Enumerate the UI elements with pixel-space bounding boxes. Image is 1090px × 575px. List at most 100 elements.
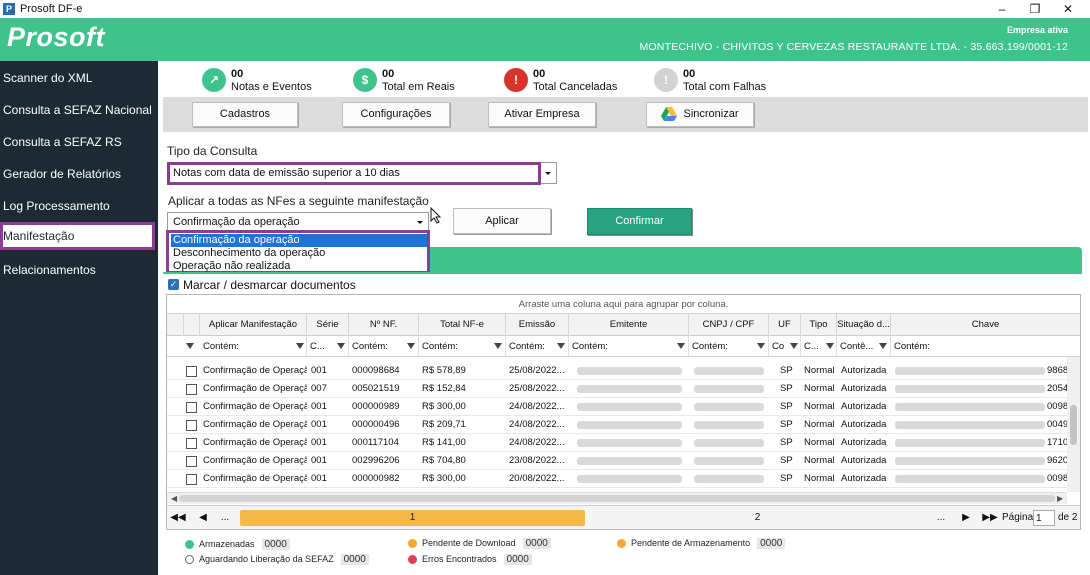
cell-uf: SP: [780, 383, 793, 394]
page-1-button[interactable]: 1: [240, 510, 585, 526]
table-row[interactable]: Confirmação de Operação 001 000117104 R$…: [167, 434, 1067, 452]
cell-serie: 001: [311, 365, 327, 376]
cadastros-button[interactable]: Cadastros: [192, 102, 298, 127]
row-checkbox[interactable]: [186, 456, 197, 467]
pagina-input[interactable]: 1: [1033, 510, 1055, 526]
tipo-consulta-select[interactable]: Notas com data de emissão superior a 10 …: [167, 162, 557, 185]
filter-icon[interactable]: [337, 343, 345, 349]
table-row[interactable]: Confirmação de Operação 001 000098684 R$…: [167, 362, 1067, 380]
empresa-name: MONTECHIVO - CHIVITOS Y CERVEZAS RESTAUR…: [639, 41, 1068, 53]
filter-icon[interactable]: [879, 343, 887, 349]
cell-serie: 001: [311, 419, 327, 430]
cell-uf: SP: [780, 437, 793, 448]
row-checkbox[interactable]: [186, 474, 197, 485]
sidebar-item-log[interactable]: Log Processamento: [0, 192, 158, 220]
table-row[interactable]: Confirmação de Operação 001 000000982 R$…: [167, 470, 1067, 488]
filter-emitente[interactable]: Contém:: [569, 336, 689, 357]
sidebar-item-consulta-rs[interactable]: Consulta a SEFAZ RS: [0, 128, 158, 156]
header-serie[interactable]: Série: [307, 314, 349, 336]
cell-chave: 0049: [1047, 419, 1067, 430]
sidebar-item-consulta-nacional[interactable]: Consulta a SEFAZ Nacional: [0, 96, 158, 124]
cell-nf: 005021519: [352, 383, 400, 394]
cell-situacao: Autorizada: [841, 473, 887, 484]
confirmar-button[interactable]: Confirmar: [587, 208, 692, 235]
close-button[interactable]: ✕: [1046, 0, 1090, 18]
configuracoes-button[interactable]: Configurações: [342, 102, 450, 127]
pager-ellipsis-left[interactable]: ...: [217, 510, 233, 526]
cell-emissao: 24/08/2022...: [509, 401, 565, 412]
horizontal-scrollbar[interactable]: ◀ ▶: [167, 492, 1067, 504]
scroll-right-icon[interactable]: ▶: [1057, 494, 1063, 503]
cnpj-redacted: [694, 403, 764, 411]
scrollbar-thumb[interactable]: [1070, 405, 1077, 445]
chave-redacted: [895, 475, 1045, 483]
chave-redacted: [895, 421, 1045, 429]
header-chave[interactable]: Chave: [891, 314, 1080, 336]
header-aplicar-manifestacao[interactable]: Aplicar Manifestação: [200, 314, 307, 336]
row-checkbox[interactable]: [186, 366, 197, 377]
cell-total: R$ 704,80: [422, 455, 466, 466]
table-row[interactable]: Confirmação de Operação 001 002996206 R$…: [167, 452, 1067, 470]
option-desconhecimento[interactable]: Desconhecimento da operação: [171, 247, 427, 260]
cell-serie: 001: [311, 437, 327, 448]
cell-tipo: Normal: [804, 455, 835, 466]
filter-icon[interactable]: [677, 343, 685, 349]
row-checkbox[interactable]: [186, 420, 197, 431]
checkbox-checked-icon[interactable]: ✓: [168, 279, 179, 290]
table-row[interactable]: Confirmação de Operação 007 005021519 R$…: [167, 380, 1067, 398]
page-2-button[interactable]: 2: [585, 510, 930, 526]
sidebar-item-scanner[interactable]: Scanner do XML: [0, 64, 158, 92]
pager: ◀◀ ◀ ... 1 2 ... ▶ ▶▶ Página 1 de 2: [167, 505, 1080, 529]
stat-falhas-value: 00: [683, 68, 696, 80]
table-row[interactable]: Confirmação de Operação 001 000000989 R$…: [167, 398, 1067, 416]
filter-icon[interactable]: [494, 343, 502, 349]
legend-count: 0000: [340, 554, 369, 565]
scrollbar-thumb[interactable]: [179, 495, 1055, 502]
filter-icon[interactable]: [186, 343, 194, 349]
header-total[interactable]: Total NF-e: [419, 314, 506, 336]
filter-icon[interactable]: [757, 343, 765, 349]
legend-label: Aguardando Liberação da SEFAZ: [199, 554, 334, 564]
filter-icon[interactable]: [557, 343, 565, 349]
filter-icon[interactable]: [296, 343, 304, 349]
row-checkbox[interactable]: [186, 384, 197, 395]
table-row[interactable]: Confirmação de Operação 001 000000496 R$…: [167, 416, 1067, 434]
stats-bar: ↗ 00 Notas e Eventos $ 00 Total em Reais…: [158, 61, 1090, 97]
sincronizar-button[interactable]: Sincronizar: [646, 102, 754, 127]
cell-serie: 001: [311, 401, 327, 412]
sidebar-item-manifestacao[interactable]: Manifestação: [0, 222, 155, 250]
cell-emissao: 24/08/2022...: [509, 419, 565, 430]
manifestacao-select[interactable]: Confirmação da operação: [167, 212, 429, 232]
emitente-redacted: [577, 439, 682, 447]
next-page-icon[interactable]: ▶: [959, 510, 973, 526]
row-checkbox[interactable]: [186, 438, 197, 449]
row-checkbox[interactable]: [186, 402, 197, 413]
filter-aplicar[interactable]: Contém:: [200, 336, 307, 357]
header-uf[interactable]: UF: [769, 314, 801, 336]
cnpj-redacted: [694, 385, 764, 393]
vertical-scrollbar[interactable]: [1067, 357, 1080, 492]
filter-icon[interactable]: [407, 343, 415, 349]
last-page-icon[interactable]: ▶▶: [981, 510, 999, 526]
header-situacao[interactable]: Situação d...: [837, 314, 891, 336]
sidebar-item-relatorios[interactable]: Gerador de Relatórios: [0, 160, 158, 188]
header-cnpj[interactable]: CNPJ / CPF: [689, 314, 769, 336]
filter-icon[interactable]: [826, 343, 834, 349]
header-tipo[interactable]: Tipo: [801, 314, 837, 336]
aplicar-button[interactable]: Aplicar: [453, 208, 551, 234]
header-emitente[interactable]: Emitente: [569, 314, 689, 336]
first-page-icon[interactable]: ◀◀: [170, 510, 186, 526]
cell-chave: 2054: [1047, 383, 1067, 394]
filter-total[interactable]: Contém:: [419, 336, 506, 357]
prev-page-icon[interactable]: ◀: [196, 510, 210, 526]
header-emissao[interactable]: Emissão: [506, 314, 569, 336]
scroll-left-icon[interactable]: ◀: [171, 494, 177, 503]
ativar-empresa-button[interactable]: Ativar Empresa: [488, 102, 596, 127]
filter-chave[interactable]: Contém:: [891, 336, 1067, 357]
sidebar-item-relacionamentos[interactable]: Relacionamentos: [0, 256, 158, 284]
cell-total: R$ 209,71: [422, 419, 466, 430]
pager-ellipsis-right[interactable]: ...: [933, 510, 949, 526]
header-nf[interactable]: Nº NF.: [349, 314, 419, 336]
filter-icon[interactable]: [790, 343, 798, 349]
option-confirmacao[interactable]: Confirmação da operação: [171, 234, 427, 247]
